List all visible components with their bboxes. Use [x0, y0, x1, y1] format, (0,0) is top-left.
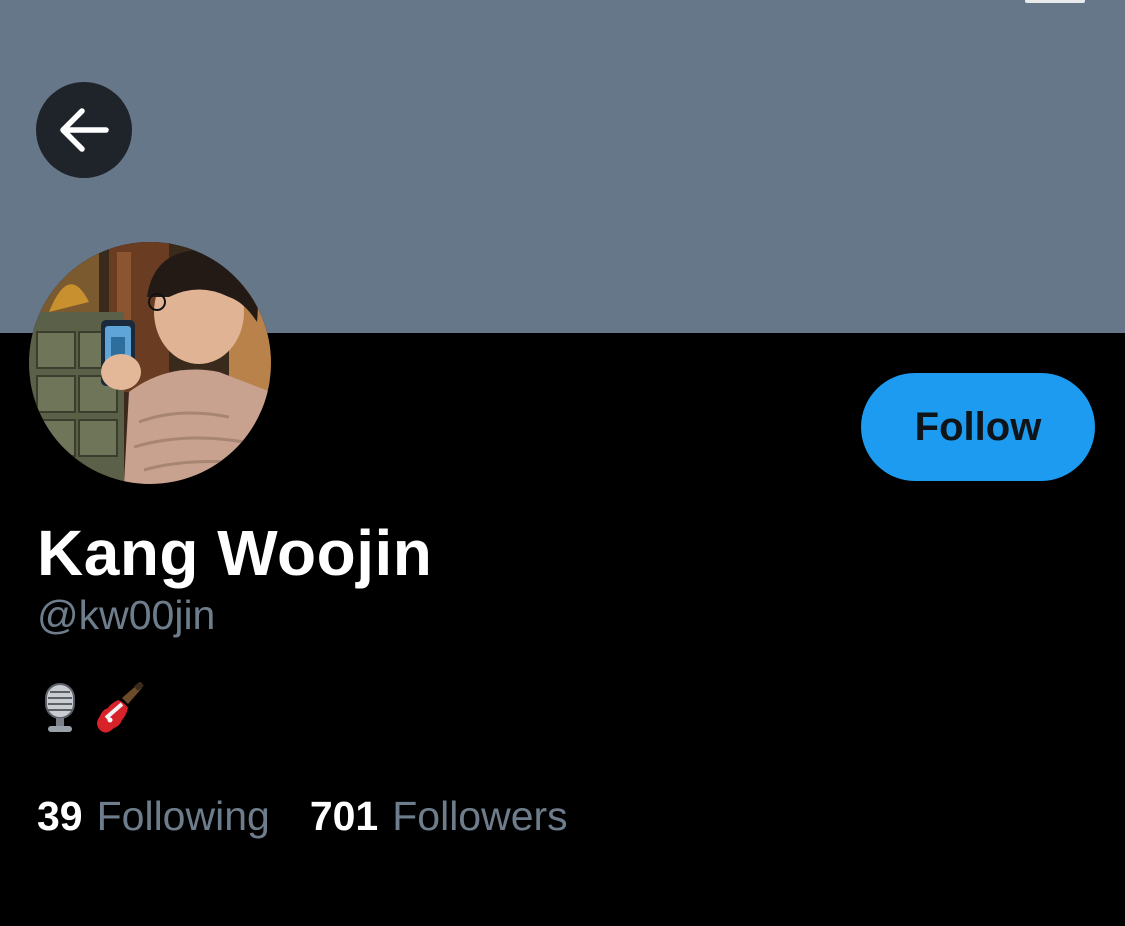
microphone-icon — [40, 682, 80, 734]
guitar-icon — [92, 682, 144, 734]
profile-stats: 39 Following 701 Followers — [37, 793, 568, 840]
user-handle: @kw00jin — [37, 592, 216, 638]
following-count: 39 — [37, 793, 83, 839]
follow-button[interactable]: Follow — [861, 373, 1095, 481]
arrow-left-icon — [58, 107, 110, 153]
followers-label: Followers — [392, 793, 568, 839]
followers-count: 701 — [309, 793, 379, 839]
display-name: Kang Woojin — [37, 517, 433, 589]
following-link[interactable]: 39 Following — [37, 793, 270, 840]
following-label: Following — [96, 793, 270, 839]
bio — [40, 682, 144, 734]
followers-link[interactable]: 701 Followers — [310, 793, 568, 840]
back-button[interactable] — [36, 82, 132, 178]
banner-edge-marker — [1025, 0, 1085, 3]
avatar[interactable] — [29, 242, 271, 484]
